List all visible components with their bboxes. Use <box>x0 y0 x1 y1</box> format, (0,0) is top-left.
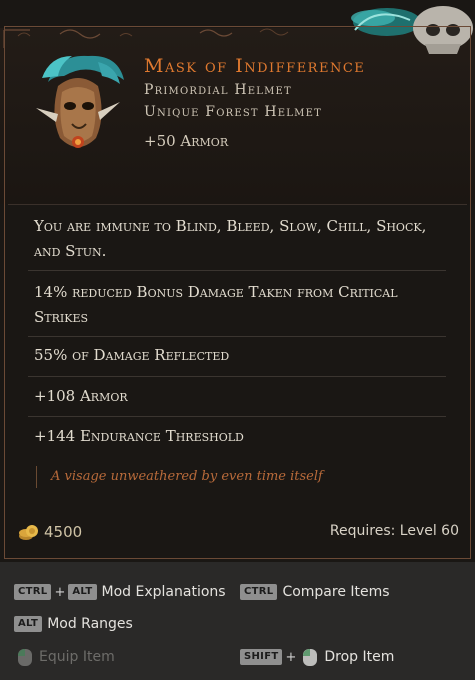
mod-divider <box>28 336 446 337</box>
mod-divider <box>28 376 446 377</box>
keybind-hints-bar: CTRL + ALT Mod Explanations CTRL Compare… <box>0 562 475 680</box>
mod-line: 14% reduced Bonus Damage Taken from Crit… <box>34 283 398 326</box>
item-rarity-line: Unique Forest Helmet <box>144 104 322 120</box>
ctrl-key: CTRL <box>240 584 278 600</box>
mod-line: +108 Armor <box>34 387 128 405</box>
hint-label: Mod Explanations <box>101 584 226 600</box>
hint-drop-item[interactable]: SHIFT + Drop Item <box>240 647 394 667</box>
hint-equip-item[interactable]: Equip Item <box>14 647 115 667</box>
level-requirement: Requires: Level 60 <box>329 523 459 539</box>
hint-mod-ranges[interactable]: ALT Mod Ranges <box>14 616 133 632</box>
hint-label: Mod Ranges <box>47 616 133 632</box>
item-base-type: Primordial Helmet <box>144 82 292 98</box>
hint-compare-items[interactable]: CTRL Compare Items <box>240 584 390 600</box>
plus-sign: + <box>54 584 66 600</box>
price-value: 4500 <box>44 523 83 541</box>
item-implicit: +50 Armor <box>144 132 229 150</box>
sell-price: 4500 <box>18 522 82 542</box>
shift-key: SHIFT <box>240 649 283 665</box>
gold-coins-icon <box>19 525 38 540</box>
hint-label: Equip Item <box>39 649 115 665</box>
hint-label: Compare Items <box>282 584 390 600</box>
mouse-left-click-icon <box>18 648 32 666</box>
item-tooltip: Mask of Indifference Primordial Helmet U… <box>0 0 475 562</box>
mod-line: You are immune to Blind, Bleed, Slow, Ch… <box>34 217 427 260</box>
alt-key: ALT <box>14 616 43 632</box>
item-name: Mask of Indifference <box>144 55 366 77</box>
mod-line: 55% of Damage Reflected <box>34 346 230 364</box>
mod-divider <box>28 270 446 271</box>
alt-key: ALT <box>68 584 97 600</box>
hint-mod-explanations[interactable]: CTRL + ALT Mod Explanations <box>14 584 226 600</box>
helmet-mask-icon <box>36 55 124 148</box>
mod-line: +144 Endurance Threshold <box>34 427 244 445</box>
mouse-left-click-icon <box>303 648 318 666</box>
ctrl-key: CTRL <box>14 584 52 600</box>
flavor-text: A visage unweathered by even time itself <box>36 466 323 488</box>
mod-divider <box>28 416 446 417</box>
header-divider <box>8 204 467 205</box>
hint-label: Drop Item <box>324 649 395 665</box>
plus-sign: + <box>285 649 297 665</box>
